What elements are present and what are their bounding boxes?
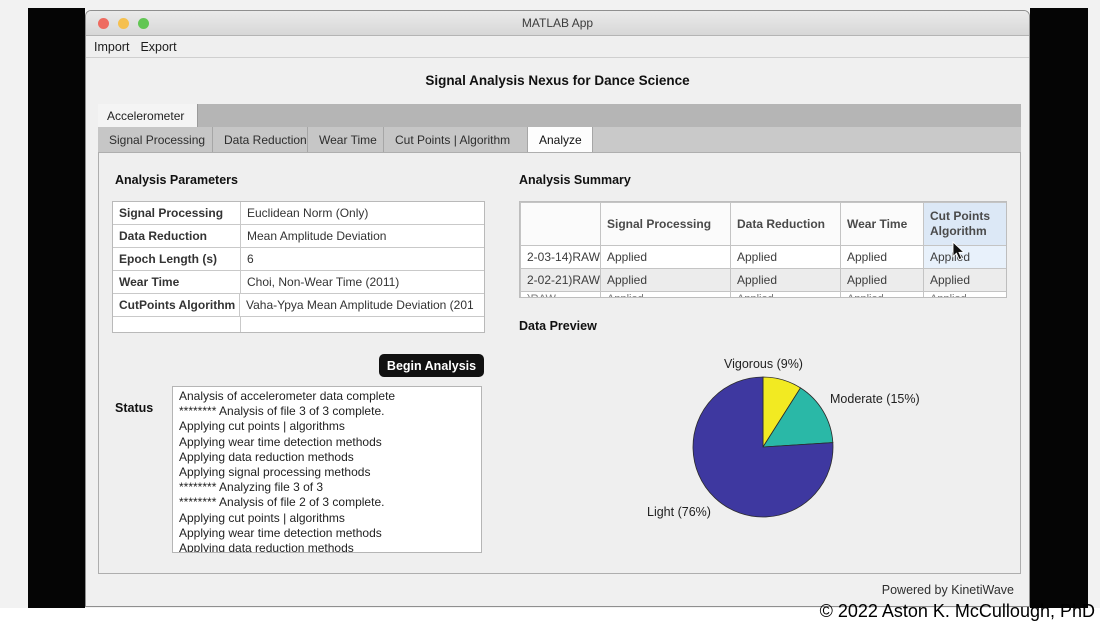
summary-row-2[interactable]: 2-02-21)RAW Applied Applied Applied Appl… — [521, 269, 1008, 292]
app-title: Signal Analysis Nexus for Dance Science — [86, 73, 1029, 88]
param-value[interactable]: Euclidean Norm (Only) — [241, 202, 484, 224]
begin-analysis-button[interactable]: Begin Analysis — [379, 354, 484, 377]
activity-pie-chart — [691, 375, 835, 519]
tab-wear-time[interactable]: Wear Time — [308, 127, 384, 152]
summary-cell-file[interactable]: )RAW — [521, 292, 601, 299]
pie-label-light: Light (76%) — [647, 505, 711, 519]
summary-col-cut-points-algorithm[interactable]: Cut Points Algorithm — [924, 203, 1008, 246]
screenshot-stage: MATLAB App Import Export Signal Analysis… — [0, 0, 1100, 628]
param-row-signal-processing[interactable]: Signal Processing Euclidean Norm (Only) — [113, 202, 484, 225]
summary-cell[interactable]: Applied — [601, 292, 731, 299]
menu-import[interactable]: Import — [94, 40, 129, 54]
window-title: MATLAB App — [86, 16, 1029, 30]
status-line: Applying wear time detection methods — [179, 435, 475, 450]
summary-col-wear-time[interactable]: Wear Time — [841, 203, 924, 246]
summary-cell-file[interactable]: 2-03-14)RAW — [521, 246, 601, 269]
analysis-summary-table[interactable]: Signal Processing Data Reduction Wear Ti… — [519, 201, 1007, 298]
summary-header-row: Signal Processing Data Reduction Wear Ti… — [521, 203, 1008, 246]
summary-cell[interactable]: Applied — [731, 292, 841, 299]
param-value[interactable]: 6 — [241, 248, 484, 270]
param-label: Signal Processing — [113, 202, 241, 224]
summary-cell[interactable]: Applied — [924, 292, 1008, 299]
copyright-text: © 2022 Aston K. McCullough, PhD — [820, 601, 1095, 622]
pie-label-moderate: Moderate (15%) — [830, 392, 920, 406]
status-label: Status — [115, 401, 153, 415]
summary-cell[interactable]: Applied — [924, 269, 1008, 292]
param-row-empty — [113, 317, 484, 332]
menu-export[interactable]: Export — [140, 40, 176, 54]
tab-data-reduction[interactable]: Data Reduction — [213, 127, 308, 152]
param-value-empty — [241, 317, 484, 332]
summary-row-3-clipped[interactable]: )RAW Applied Applied Applied Applied — [521, 292, 1008, 299]
param-label: CutPoints Algorithm — [113, 294, 240, 316]
status-line: ******** Analyzing file 3 of 3 — [179, 480, 475, 495]
status-line: Analysis of accelerometer data complete — [179, 389, 475, 404]
param-label: Epoch Length (s) — [113, 248, 241, 270]
summary-cell[interactable]: Applied — [841, 246, 924, 269]
param-row-data-reduction[interactable]: Data Reduction Mean Amplitude Deviation — [113, 225, 484, 248]
tab-signal-processing[interactable]: Signal Processing — [98, 127, 213, 152]
param-value[interactable]: Mean Amplitude Deviation — [241, 225, 484, 247]
tab-analyze[interactable]: Analyze — [528, 127, 593, 152]
analysis-parameters-heading: Analysis Parameters — [115, 173, 238, 187]
param-value[interactable]: Choi, Non-Wear Time (2011) — [241, 271, 484, 293]
summary-cell[interactable]: Applied — [731, 269, 841, 292]
status-line: Applying wear time detection methods — [179, 526, 475, 541]
summary-cell[interactable]: Applied — [601, 269, 731, 292]
param-row-wear-time[interactable]: Wear Time Choi, Non-Wear Time (2011) — [113, 271, 484, 294]
param-label-empty — [113, 317, 241, 332]
menu-bar: Import Export — [86, 37, 1029, 58]
param-label: Wear Time — [113, 271, 241, 293]
tab-strip-sub: Signal Processing Data Reduction Wear Ti… — [98, 127, 1021, 152]
letterbox-right — [1030, 8, 1088, 608]
summary-col-signal-processing[interactable]: Signal Processing — [601, 203, 731, 246]
summary-cell[interactable]: Applied — [731, 246, 841, 269]
param-row-cutpoints-algorithm[interactable]: CutPoints Algorithm Vaha-Ypya Mean Ampli… — [113, 294, 484, 317]
status-line: Applying cut points | algorithms — [179, 419, 475, 434]
analyze-tab-panel: Analysis Parameters Signal Processing Eu… — [98, 152, 1021, 574]
summary-col-file[interactable] — [521, 203, 601, 246]
status-line: Applying cut points | algorithms — [179, 511, 475, 526]
powered-by-text: Powered by KinetiWave — [882, 583, 1014, 597]
status-line: Applying data reduction methods — [179, 450, 475, 465]
status-line: Applying data reduction methods — [179, 541, 475, 553]
param-label: Data Reduction — [113, 225, 241, 247]
data-preview-heading: Data Preview — [519, 319, 597, 333]
analysis-summary-heading: Analysis Summary — [519, 173, 631, 187]
summary-cell-file[interactable]: 2-02-21)RAW — [521, 269, 601, 292]
tab-accelerometer[interactable]: Accelerometer — [98, 104, 198, 127]
tab-cut-points-algorithm[interactable]: Cut Points | Algorithm — [384, 127, 528, 152]
summary-cell[interactable]: Applied — [601, 246, 731, 269]
mouse-cursor-icon — [952, 241, 966, 261]
summary-row-1[interactable]: 2-03-14)RAW Applied Applied Applied Appl… — [521, 246, 1008, 269]
title-bar[interactable]: MATLAB App — [86, 11, 1029, 36]
status-line: ******** Analysis of file 2 of 3 complet… — [179, 495, 475, 510]
analysis-parameters-table[interactable]: Signal Processing Euclidean Norm (Only) … — [112, 201, 485, 333]
param-value[interactable]: Vaha-Ypya Mean Amplitude Deviation (201 — [240, 294, 484, 316]
status-line: ******** Analysis of file 3 of 3 complet… — [179, 404, 475, 419]
tab-strip-top: Accelerometer — [98, 104, 1021, 127]
status-log-textarea[interactable]: Analysis of accelerometer data complete … — [172, 386, 482, 553]
summary-cell[interactable]: Applied — [841, 269, 924, 292]
param-row-epoch-length[interactable]: Epoch Length (s) 6 — [113, 248, 484, 271]
summary-col-data-reduction[interactable]: Data Reduction — [731, 203, 841, 246]
letterbox-left — [28, 8, 85, 608]
pie-label-vigorous: Vigorous (9%) — [724, 357, 803, 371]
summary-cell[interactable]: Applied — [841, 292, 924, 299]
matlab-app-window: MATLAB App Import Export Signal Analysis… — [85, 10, 1030, 607]
status-line: Applying signal processing methods — [179, 465, 475, 480]
